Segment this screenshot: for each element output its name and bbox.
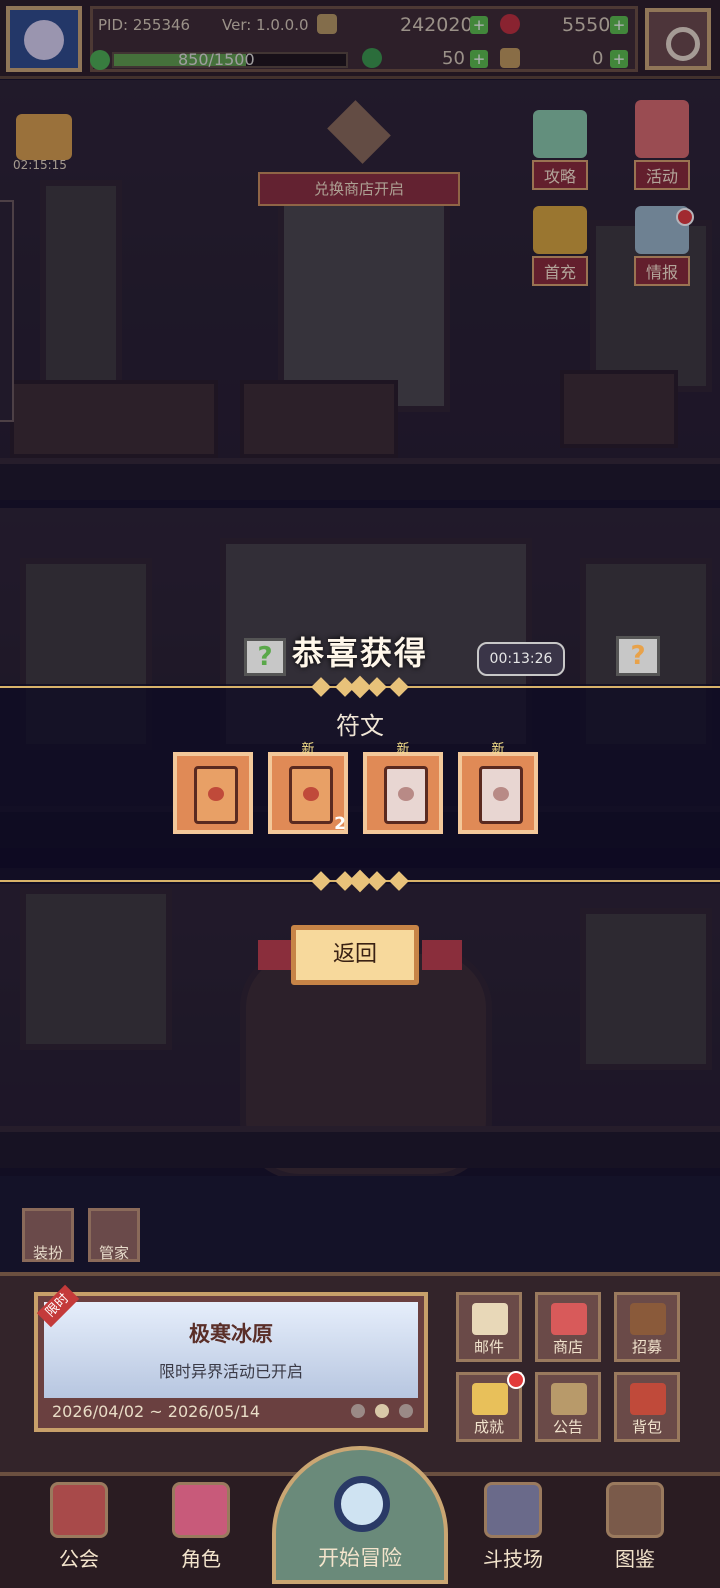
magnifier-icon <box>334 1476 390 1532</box>
trophy-icon <box>472 1383 508 1415</box>
nav-character[interactable]: 角色 <box>156 1470 246 1580</box>
shop-button[interactable]: 商店 <box>535 1292 601 1362</box>
recruit-button[interactable]: 招募 <box>614 1292 680 1362</box>
event-title: 极寒冰原 <box>189 1322 273 1346</box>
nav-guild[interactable]: 公会 <box>34 1470 124 1580</box>
guild-house-icon <box>50 1482 108 1538</box>
announcement-label: 公告 <box>552 1418 583 1436</box>
event-banner-image <box>44 1302 418 1398</box>
nav-character-label: 角色 <box>181 1547 221 1571</box>
codex-book-icon <box>606 1482 664 1538</box>
return-button-ribbon-right <box>422 940 462 970</box>
achievement-button[interactable]: 成就 <box>456 1371 525 1442</box>
start-adventure-label: 开始冒险 <box>318 1546 402 1570</box>
rune-item-1[interactable] <box>173 752 253 834</box>
item-quantity: 2 <box>334 814 346 834</box>
notification-dot <box>507 1371 525 1389</box>
new-badge: 新 <box>301 742 315 757</box>
announcement-button[interactable]: 公告 <box>535 1372 601 1442</box>
backpack-label: 背包 <box>631 1418 662 1436</box>
nav-guild-label: 公会 <box>59 1547 99 1571</box>
rune-tile-icon <box>384 766 428 824</box>
rune-item-4[interactable]: 新 <box>458 742 538 834</box>
pager-dot[interactable] <box>375 1404 389 1418</box>
nav-codex-label: 图鉴 <box>615 1547 655 1571</box>
pager-dot[interactable] <box>351 1404 365 1418</box>
new-badge: 新 <box>396 742 410 757</box>
shop-label: 商店 <box>552 1338 583 1356</box>
rune-tile-icon <box>289 766 333 824</box>
butler-button[interactable]: 管家 <box>88 1208 140 1262</box>
rune-section-title: 符文 <box>336 712 384 740</box>
rune-tile-icon <box>479 766 523 824</box>
rune-item-3[interactable]: 新 <box>363 742 443 834</box>
megaphone-icon <box>551 1383 587 1415</box>
return-button[interactable]: 返回 <box>291 925 419 985</box>
character-icon <box>172 1482 230 1538</box>
shop-icon <box>551 1303 587 1335</box>
nav-arena[interactable]: 斗技场 <box>468 1470 558 1580</box>
event-subtitle: 限时异界活动已开启 <box>158 1362 303 1381</box>
butler-label: 管家 <box>98 1244 129 1262</box>
pager-dot[interactable] <box>399 1404 413 1418</box>
event-dates: 2026/04/02 ~ 2026/05/14 <box>52 1402 261 1421</box>
mail-label: 邮件 <box>473 1338 504 1356</box>
nav-arena-label: 斗技场 <box>483 1547 543 1571</box>
new-badge: 新 <box>491 742 505 757</box>
achievement-label: 成就 <box>473 1418 504 1436</box>
backpack-button[interactable]: 背包 <box>614 1372 680 1442</box>
rune-tile-icon <box>194 766 238 824</box>
top-ornament <box>311 675 409 699</box>
rune-item-2[interactable]: 新 2 <box>268 742 348 834</box>
backpack-icon <box>630 1383 666 1415</box>
recruit-label: 招募 <box>631 1338 662 1356</box>
nav-codex[interactable]: 图鉴 <box>590 1470 680 1580</box>
bottom-ornament <box>311 869 409 893</box>
mail-icon <box>472 1303 508 1335</box>
dress-up-button[interactable]: 装扮 <box>22 1208 74 1262</box>
recruit-icon <box>630 1303 666 1335</box>
reward-title: 恭喜获得 <box>291 634 428 672</box>
crossed-swords-icon <box>484 1482 542 1538</box>
mail-button[interactable]: 邮件 <box>456 1292 522 1362</box>
dress-up-label: 装扮 <box>32 1244 63 1262</box>
